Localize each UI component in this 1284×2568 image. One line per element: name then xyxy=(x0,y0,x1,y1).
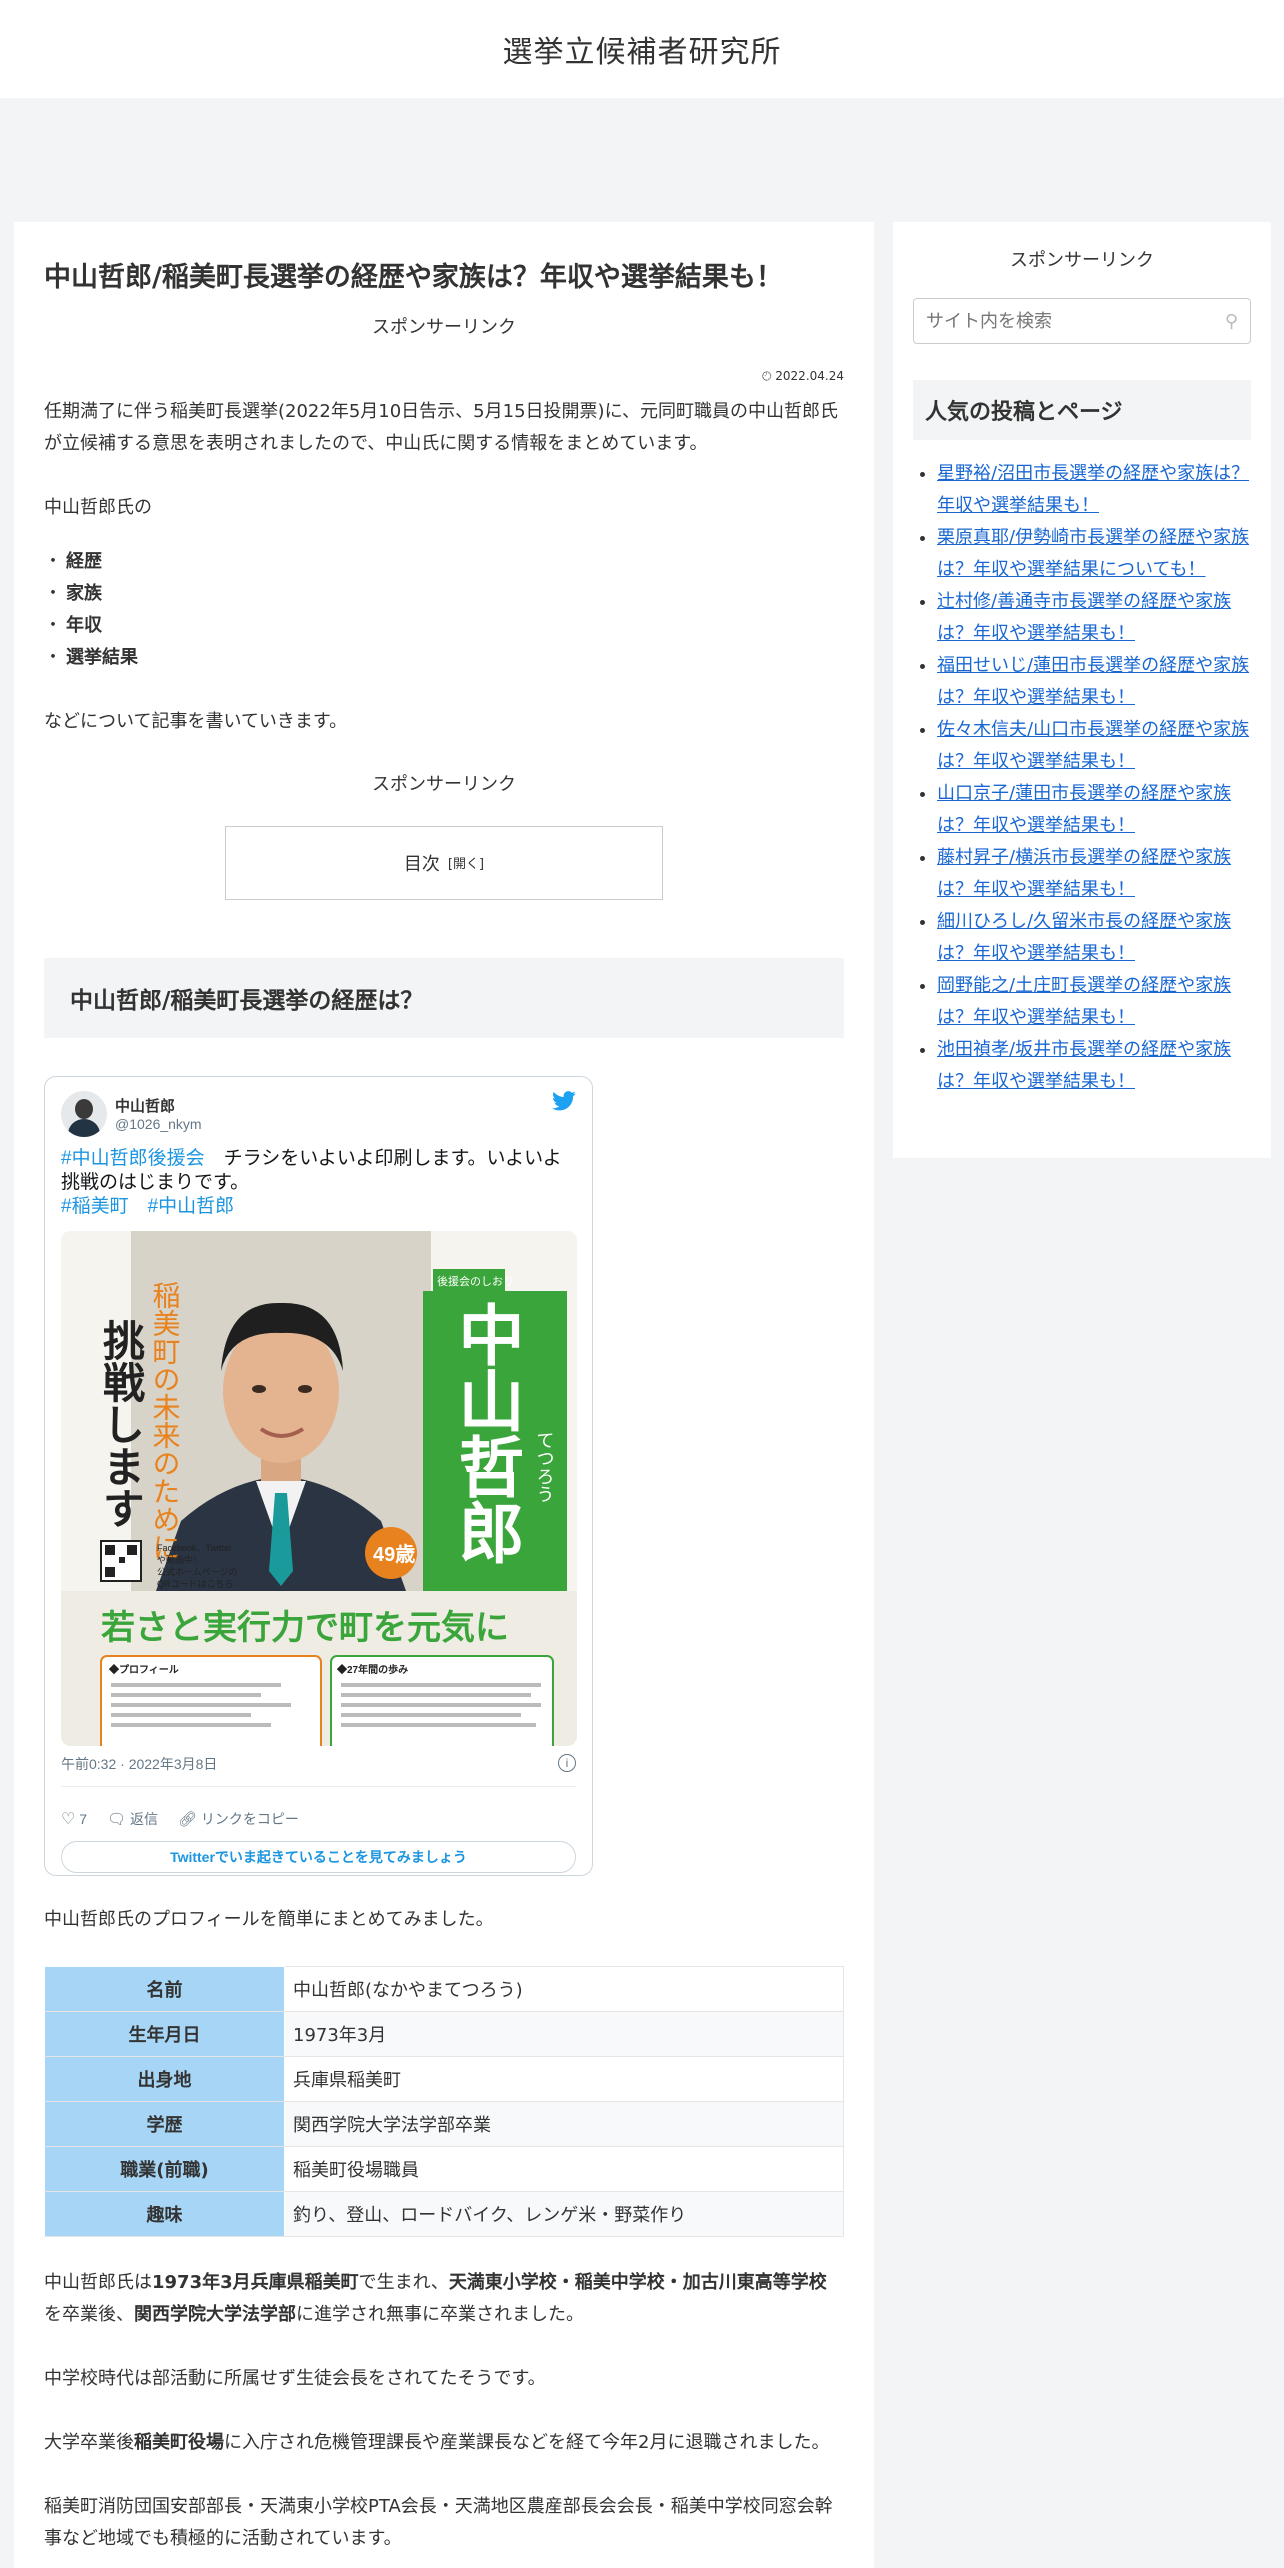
flyer-reading: てつろう xyxy=(534,1431,555,1503)
svg-text:や動画中！: や動画中！ xyxy=(157,1554,202,1565)
lead-text: 中山哲郎氏の xyxy=(44,496,152,518)
popular-post-link[interactable]: 辻村修/善通寺市長選挙の経歴や家族は？年収や選挙結果も！ xyxy=(937,591,1231,644)
flyer-badge: 後援会のしおり xyxy=(437,1274,514,1288)
copy-link-button[interactable]: 🔗︎ リンクをコピー xyxy=(178,1809,299,1829)
table-row: 趣味 釣り、登山、ロードバイク、レンゲ米・野菜作り xyxy=(44,2190,844,2237)
search-box[interactable]: ⚲ xyxy=(913,298,1251,344)
list-item: 栗原真耶/伊勢崎市長選挙の経歴や家族は？年収や選挙結果についても！ xyxy=(937,522,1251,586)
bio-paragraph: 大学卒業後稲美町役場に入庁され危機管理課長や産業課長などを経て今年2月に退職され… xyxy=(44,2431,830,2453)
search-input[interactable] xyxy=(926,310,1186,332)
embedded-tweet[interactable]: 中山哲郎 @1026_nkym #中山哲郎後援会 チラシをいよいよ印刷します。い… xyxy=(44,1075,593,1876)
popular-post-link[interactable]: 佐々木信夫/山口市長選挙の経歴や家族は？年収や選挙結果も！ xyxy=(937,719,1249,772)
site-title[interactable]: 選挙立候補者研究所 xyxy=(503,27,782,71)
list-item: 池田禎孝/坂井市長選挙の経歴や家族は？年収や選挙結果も！ xyxy=(937,1034,1251,1098)
popular-posts-list: 星野裕/沼田市長選挙の経歴や家族は？年収や選挙結果も！ 栗原真耶/伊勢崎市長選挙… xyxy=(913,458,1251,1098)
profile-table: 名前 中山哲郎(なかやまてつろう) 生年月日 1973年3月 出身地 兵庫県稲美町 学… xyxy=(44,1965,844,2237)
tweet-text: #中山哲郎後援会 チラシをいよいよ印刷します。いよいよ挑戦のはじまりです。 #稲… xyxy=(61,1147,562,1217)
sponsor-label: スポンサーリンク xyxy=(372,773,516,795)
table-of-contents[interactable]: 目次 [開く] xyxy=(225,825,663,900)
table-row: 出身地 兵庫県稲美町 xyxy=(44,2055,844,2102)
list-item: 選挙結果 xyxy=(44,642,844,674)
hashtag-link[interactable]: #中山哲郎 xyxy=(148,1196,235,1217)
like-button[interactable]: ♡ 7 xyxy=(61,1809,87,1829)
list-item: 経歴 xyxy=(44,546,844,578)
list-item: 福田せいじ/蓮田市長選挙の経歴や家族は？年収や選挙結果も！ xyxy=(937,650,1251,714)
svg-text:Facebook、Twitter: Facebook、Twitter xyxy=(157,1543,232,1553)
search-icon[interactable]: ⚲ xyxy=(1225,311,1238,332)
site-header: 選挙立候補者研究所 xyxy=(0,0,1284,98)
section-heading: 中山哲郎/稲美町長選挙の経歴は？ xyxy=(44,957,844,1038)
article-main: 中山哲郎/稲美町長選挙の経歴や家族は？年収や選挙結果も！ スポンサーリンク 🕘︎… xyxy=(14,222,874,2568)
flyer-history-heading: ◆27年間の歩み xyxy=(336,1663,408,1676)
keyword-list: 経歴 家族 年収 選挙結果 xyxy=(44,546,844,674)
intro-paragraph: 任期満了に伴う稲美町長選挙(2022年5月10日告示、5月15日投開票)に、元同… xyxy=(44,400,839,454)
reply-icon: 🗨︎ xyxy=(107,1810,127,1828)
popular-post-link[interactable]: 藤村昇子/横浜市長選挙の経歴や家族は？年収や選挙結果も！ xyxy=(937,847,1231,900)
outro-text: などについて記事を書いていきます。 xyxy=(44,710,348,732)
clock-icon: 🕘︎ xyxy=(761,368,776,383)
list-item: 年収 xyxy=(44,610,844,642)
popular-post-link[interactable]: 池田禎孝/坂井市長選挙の経歴や家族は？年収や選挙結果も！ xyxy=(937,1039,1231,1092)
flyer-tagline: 稲美町の未来のために xyxy=(149,1280,182,1560)
list-item: 辻村修/善通寺市長選挙の経歴や家族は？年収や選挙結果も！ xyxy=(937,586,1251,650)
article-title: 中山哲郎/稲美町長選挙の経歴や家族は？年収や選挙結果も！ xyxy=(44,262,783,293)
tweet-author-handle[interactable]: @1026_nkym xyxy=(115,1116,202,1132)
twitter-cta-button[interactable]: Twitterでいま起きていることを見てみましょう xyxy=(61,1840,576,1873)
campaign-flyer-image: 稲美町の未来のために 挑戦します Facebook、Twitter や動画中！ … xyxy=(61,1230,577,1746)
table-row: 生年月日 1973年3月 xyxy=(44,2010,844,2057)
avatar[interactable] xyxy=(61,1090,107,1137)
toc-label: 目次 xyxy=(403,853,440,875)
flyer-slogan: 若さと実行力で町を元気に xyxy=(101,1608,509,1648)
twitter-bird-icon[interactable] xyxy=(552,1090,576,1111)
popular-post-link[interactable]: 山口京子/蓮田市長選挙の経歴や家族は？年収や選挙結果も！ xyxy=(937,783,1231,836)
svg-text:QRコードはこちら: QRコードはこちら xyxy=(157,1579,234,1589)
popular-post-link[interactable]: 栗原真耶/伊勢崎市長選挙の経歴や家族は？年収や選挙結果についても！ xyxy=(937,527,1249,580)
popular-post-link[interactable]: 岡野能之/土庄町長選挙の経歴や家族は？年収や選挙結果も！ xyxy=(937,975,1231,1028)
flyer-profile-heading: ◆プロフィール xyxy=(108,1663,179,1676)
toc-toggle[interactable]: [開く] xyxy=(448,853,484,872)
info-icon[interactable]: i xyxy=(558,1753,576,1772)
tweet-timestamp[interactable]: 午前0:32 · 2022年3月8日 xyxy=(61,1754,217,1774)
list-item: 家族 xyxy=(44,578,844,610)
profile-intro: 中山哲郎氏のプロフィールを簡単にまとめてみました。 xyxy=(44,1908,494,1930)
heart-icon: ♡ xyxy=(61,1810,76,1828)
svg-text:公式ホームページの: 公式ホームページの xyxy=(157,1566,238,1577)
table-row: 名前 中山哲郎(なかやまてつろう) xyxy=(44,1965,844,2012)
flyer-challenge: 挑戦します xyxy=(97,1318,146,1528)
flyer-age: 49歳 xyxy=(373,1542,415,1566)
list-item: 岡野能之/土庄町長選挙の経歴や家族は？年収や選挙結果も！ xyxy=(937,970,1251,1034)
link-icon: 🔗︎ xyxy=(177,1810,198,1828)
sponsor-label: スポンサーリンク xyxy=(372,316,516,338)
tweet-photo[interactable]: 稲美町の未来のために 挑戦します Facebook、Twitter や動画中！ … xyxy=(61,1230,577,1746)
popular-post-link[interactable]: 星野裕/沼田市長選挙の経歴や家族は？年収や選挙結果も！ xyxy=(937,463,1249,516)
bio-paragraph: 中山哲郎氏は1973年3月兵庫県稲美町で生まれ、天満東小学校・稲美中学校・加古川… xyxy=(44,2271,827,2325)
popular-post-link[interactable]: 福田せいじ/蓮田市長選挙の経歴や家族は？年収や選挙結果も！ xyxy=(937,655,1249,708)
post-date: 🕘︎ 2022.04.24 xyxy=(761,368,844,383)
sidebar: スポンサーリンク ⚲ 人気の投稿とページ 星野裕/沼田市長選挙の経歴や家族は？年… xyxy=(893,222,1271,1158)
hashtag-link[interactable]: #稲美町 xyxy=(61,1196,129,1217)
table-row: 職業(前職) 稲美町役場職員 xyxy=(44,2145,844,2192)
list-item: 細川ひろし/久留米市長の経歴や家族は？年収や選挙結果も！ xyxy=(937,906,1251,970)
sponsor-label: スポンサーリンク xyxy=(1010,250,1154,271)
widget-title: 人気の投稿とページ xyxy=(913,380,1251,440)
tweet-author-name[interactable]: 中山哲郎 xyxy=(115,1095,202,1116)
bio-paragraph: 稲美町消防団国安部部長・天満東小学校PTA会長・天満地区農産部長会会長・稲美中学… xyxy=(44,2495,833,2549)
list-item: 藤村昇子/横浜市長選挙の経歴や家族は？年収や選挙結果も！ xyxy=(937,842,1251,906)
list-item: 星野裕/沼田市長選挙の経歴や家族は？年収や選挙結果も！ xyxy=(937,458,1251,522)
hashtag-link[interactable]: #中山哲郎後援会 xyxy=(61,1148,205,1169)
reply-button[interactable]: 🗨︎ 返信 xyxy=(107,1809,158,1829)
bio-paragraph: 中学校時代は部活動に所属せず生徒会長をされてたそうです。 xyxy=(44,2367,546,2389)
flyer-name: 中山哲郎 xyxy=(448,1301,525,1565)
list-item: 佐々木信夫/山口市長選挙の経歴や家族は？年収や選挙結果も！ xyxy=(937,714,1251,778)
table-row: 学歴 関西学院大学法学部卒業 xyxy=(44,2100,844,2147)
list-item: 山口京子/蓮田市長選挙の経歴や家族は？年収や選挙結果も！ xyxy=(937,778,1251,842)
popular-post-link[interactable]: 細川ひろし/久留米市長の経歴や家族は？年収や選挙結果も！ xyxy=(937,911,1231,964)
